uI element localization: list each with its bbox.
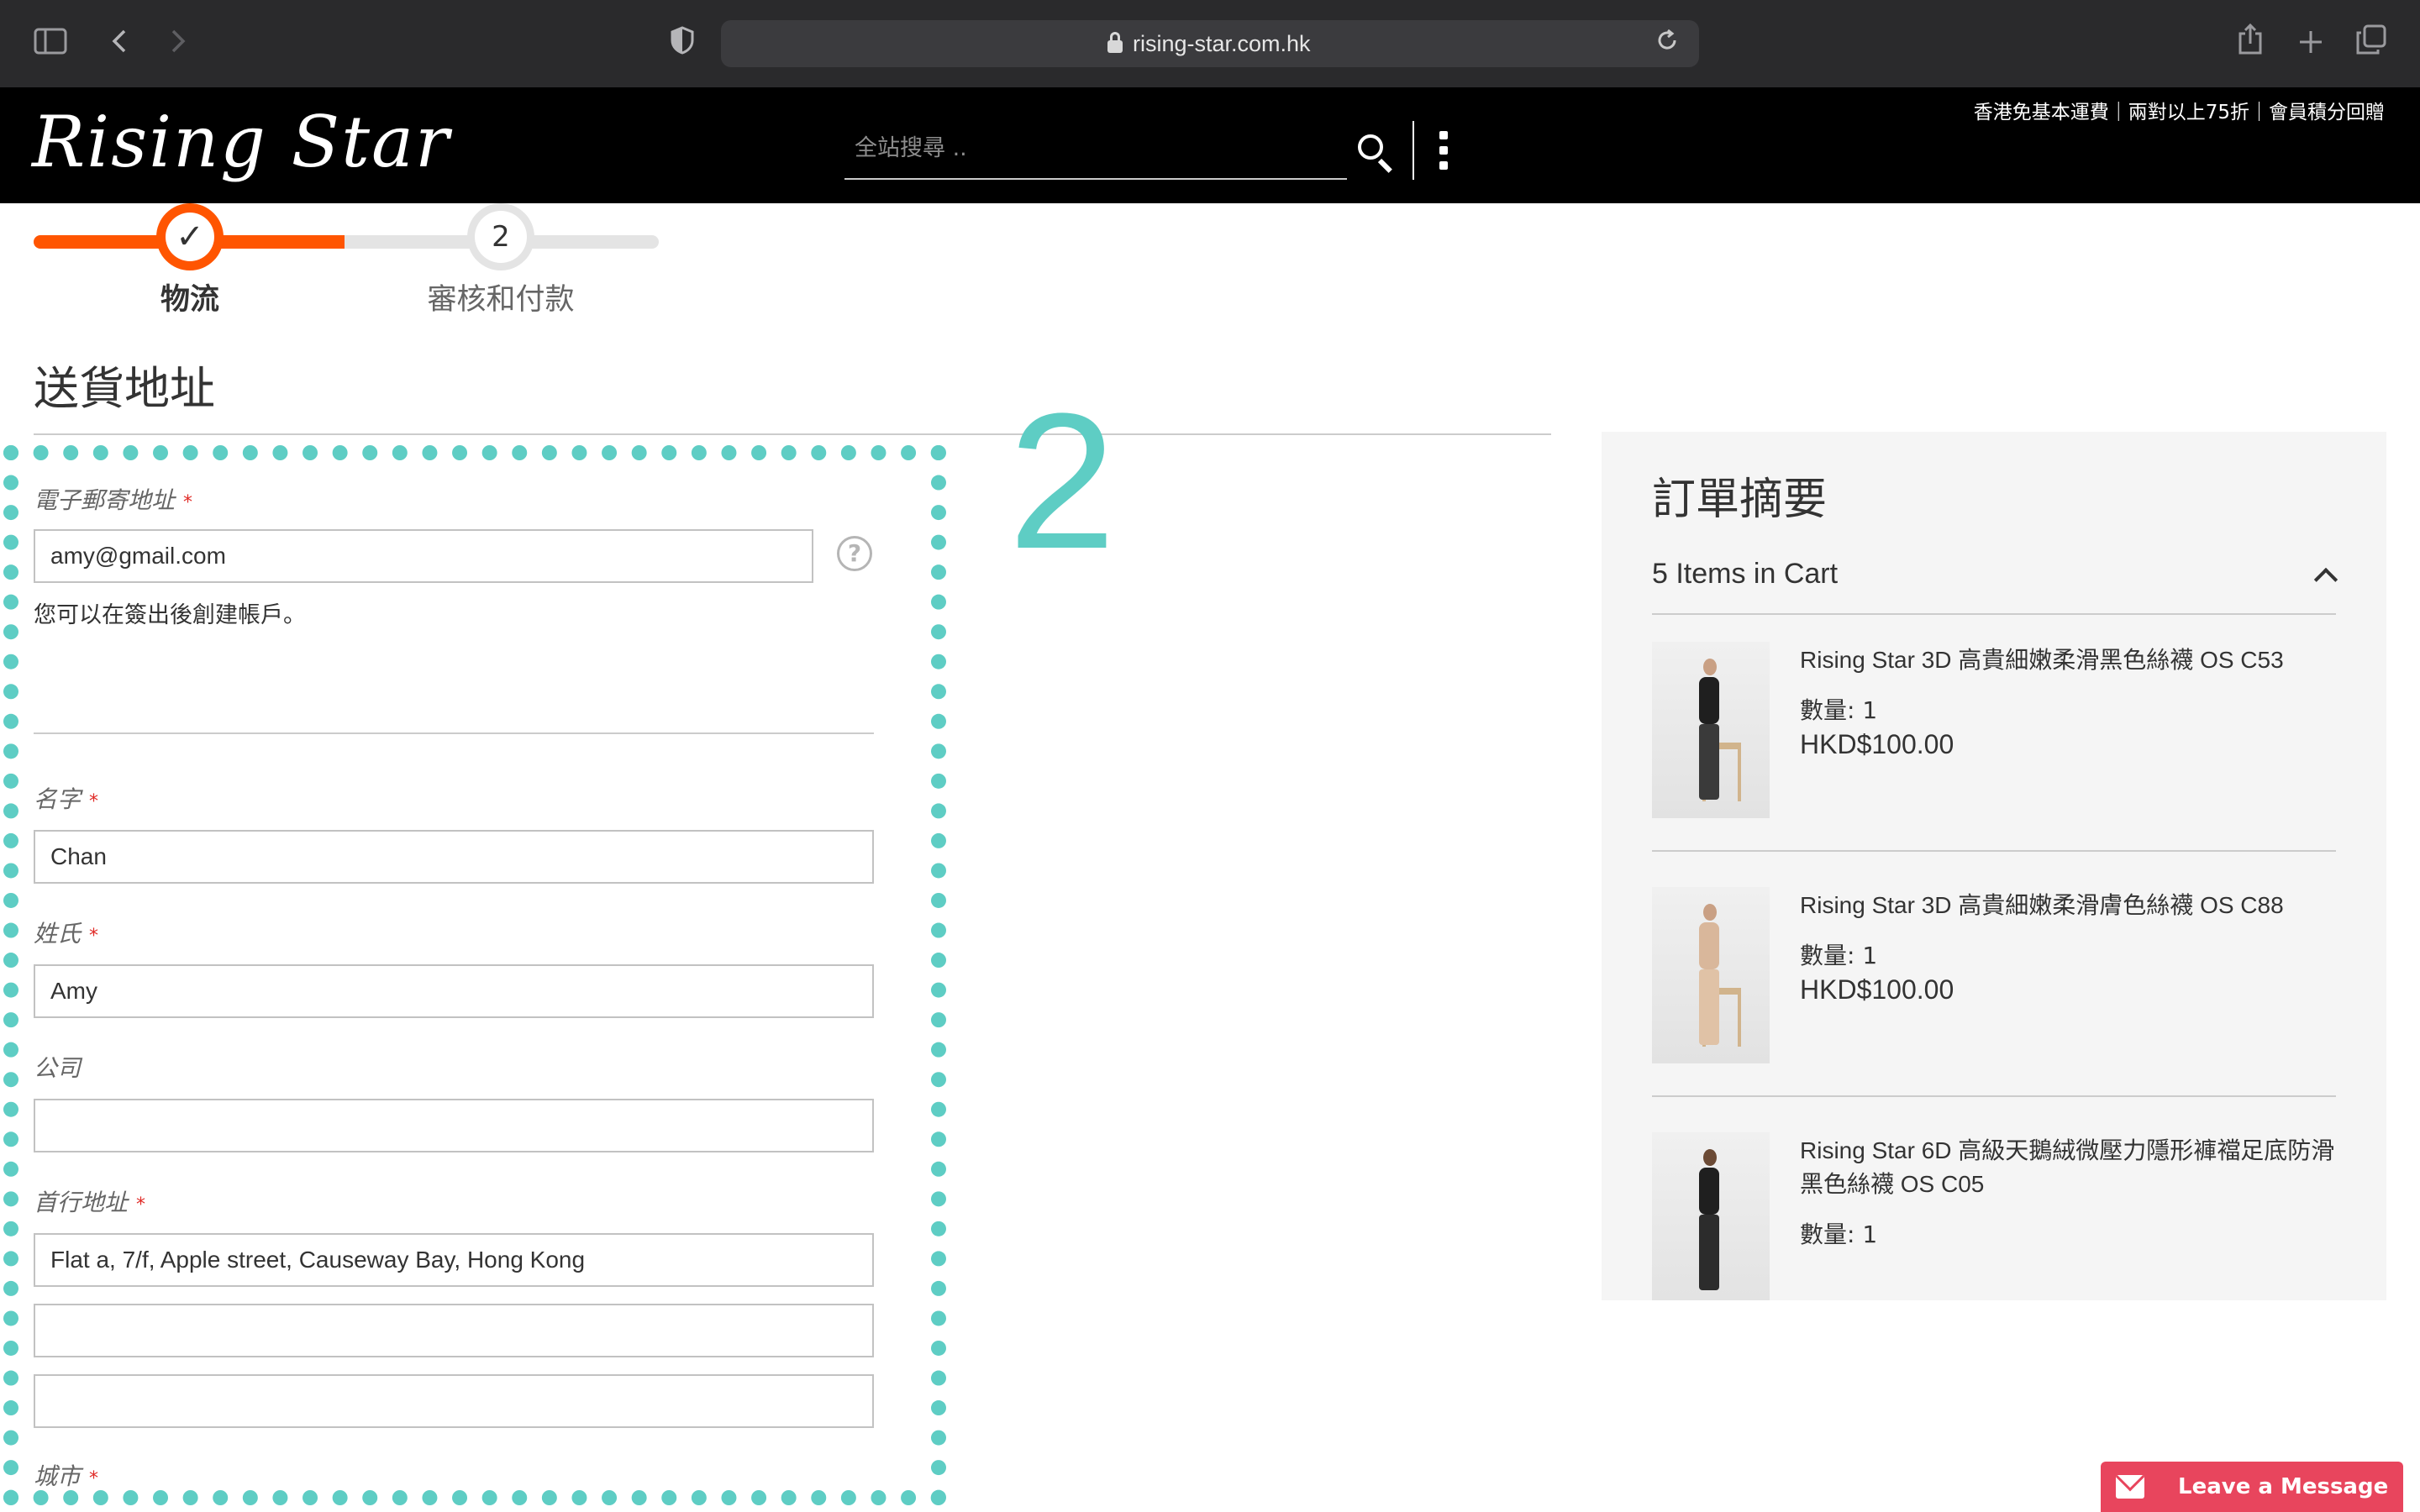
- back-icon[interactable]: [99, 24, 139, 64]
- check-icon: ✓: [166, 213, 214, 261]
- summary-title: 訂單摘要: [1652, 475, 1828, 525]
- tabs-icon[interactable]: [2351, 24, 2391, 64]
- email-label: 電子郵寄地址 *: [34, 486, 193, 514]
- site-logo[interactable]: Rising Star: [32, 101, 450, 183]
- leave-message-button[interactable]: Leave a Message: [2101, 1462, 2403, 1512]
- envelope-icon: [2116, 1475, 2144, 1499]
- lastname-field[interactable]: [34, 964, 874, 1018]
- street-field-1[interactable]: [34, 1233, 874, 1287]
- new-tab-icon[interactable]: [2291, 24, 2331, 64]
- search-box: [844, 121, 1347, 180]
- address-bar[interactable]: rising-star.com.hk: [721, 20, 1699, 67]
- leave-message-label: Leave a Message: [2178, 1474, 2389, 1499]
- item-name: Rising Star 3D 高貴細嫩柔滑膚色絲襪 OS C88: [1800, 892, 2284, 918]
- street-field-2[interactable]: [34, 1304, 874, 1357]
- page-title: 送貨地址: [34, 362, 215, 415]
- street-field-3[interactable]: [34, 1374, 874, 1428]
- checkout-progress: ✓ 2 物流 審核和付款: [34, 203, 664, 321]
- city-label: 城市 *: [34, 1462, 99, 1490]
- reload-icon[interactable]: [1647, 24, 1687, 64]
- product-image: [1652, 1132, 1770, 1300]
- sidebar-icon[interactable]: [30, 24, 71, 64]
- header-divider: [1413, 121, 1414, 180]
- cart-item: Rising Star 6D 高級天鵝絨微壓力隱形褲襠足底防滑黑色絲襪 OS C…: [1652, 1132, 2336, 1300]
- step-review-label: 審核和付款: [427, 283, 575, 317]
- help-icon[interactable]: ?: [837, 536, 872, 571]
- shipping-form: 電子郵寄地址* ? 您可以在簽出後創建帳戶。 名字* 姓氏* 公司 首行地址* …: [0, 445, 958, 1512]
- url-text: rising-star.com.hk: [1133, 31, 1311, 56]
- title-divider: [34, 433, 1551, 435]
- promo-banner: 香港免基本運費｜兩對以上75折｜會員積分回贈: [1973, 102, 2385, 123]
- annotation-number: 2: [1008, 373, 1116, 589]
- step-review[interactable]: 2: [467, 203, 534, 270]
- shield-icon[interactable]: [662, 24, 702, 64]
- company-field[interactable]: [34, 1099, 874, 1152]
- cart-item: Rising Star 3D 高貴細嫩柔滑膚色絲襪 OS C88 數量: 1 H…: [1652, 887, 2336, 1105]
- form-divider: [34, 732, 874, 734]
- browser-toolbar: rising-star.com.hk: [0, 0, 2420, 87]
- item-name: Rising Star 6D 高級天鵝絨微壓力隱形褲襠足底防滑黑色絲襪 OS C…: [1800, 1137, 2335, 1197]
- company-label: 公司: [34, 1054, 82, 1082]
- street-label: 首行地址 *: [34, 1189, 146, 1216]
- cart-count[interactable]: 5 Items in Cart: [1652, 558, 1838, 591]
- firstname-label: 名字 *: [34, 785, 99, 813]
- site-header: Rising Star 香港免基本運費｜兩對以上75折｜會員積分回贈: [0, 87, 2420, 203]
- forward-icon[interactable]: [158, 24, 198, 64]
- more-menu-icon[interactable]: [1435, 131, 1452, 170]
- item-qty: 數量: 1: [1800, 696, 1878, 724]
- item-name: Rising Star 3D 高貴細嫩柔滑黑色絲襪 OS C53: [1800, 647, 2284, 673]
- lock-icon: [1107, 32, 1123, 54]
- chevron-up-icon[interactable]: [2313, 567, 2338, 592]
- search-icon[interactable]: [1356, 133, 1395, 173]
- lastname-label: 姓氏 *: [34, 920, 99, 948]
- product-image: [1652, 642, 1770, 818]
- search-input[interactable]: [844, 121, 1347, 175]
- item-divider: [1652, 850, 2336, 852]
- cart-item: Rising Star 3D 高貴細嫩柔滑黑色絲襪 OS C53 數量: 1 H…: [1652, 642, 2336, 860]
- email-field[interactable]: [34, 529, 813, 583]
- item-price: HKD$100.00: [1800, 974, 1954, 1005]
- item-qty: 數量: 1: [1800, 1221, 1878, 1248]
- step-shipping-label: 物流: [160, 283, 219, 317]
- firstname-field[interactable]: [34, 830, 874, 884]
- order-summary: 訂單摘要 5 Items in Cart Rising Star 3D 高貴細嫩…: [1602, 432, 2386, 1300]
- account-note: 您可以在簽出後創建帳戶。: [34, 602, 306, 628]
- item-price: HKD$100.00: [1800, 729, 1954, 759]
- item-divider: [1652, 1095, 2336, 1097]
- product-image: [1652, 887, 1770, 1063]
- summary-divider: [1652, 613, 2336, 615]
- step-shipping[interactable]: ✓: [156, 203, 224, 270]
- item-qty: 數量: 1: [1800, 942, 1878, 969]
- share-icon[interactable]: [2230, 23, 2270, 64]
- step-number: 2: [475, 211, 527, 263]
